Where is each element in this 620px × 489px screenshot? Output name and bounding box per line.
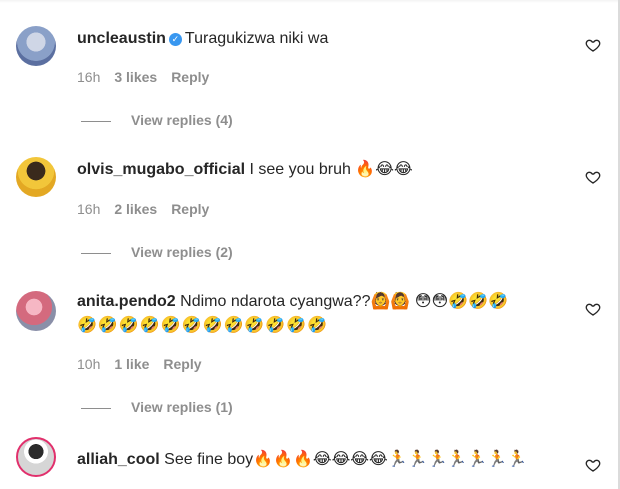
comment-text: I see you bruh 🔥😂😂: [249, 161, 413, 178]
replies-divider: [81, 407, 111, 409]
comment-text: Turagukizwa niki wa: [184, 30, 329, 47]
reply-button[interactable]: Reply: [163, 356, 201, 372]
comment-likes[interactable]: 1 like: [114, 356, 149, 372]
comment-likes[interactable]: 3 likes: [114, 69, 157, 85]
comment-username[interactable]: alliah_cool: [77, 451, 160, 468]
comment-text: See fine boy🔥🔥🔥😂😂😂😂🏃🏃🏃🏃🏃🏃🏃: [164, 451, 528, 468]
view-replies[interactable]: View replies (1): [81, 399, 233, 415]
avatar[interactable]: [16, 291, 56, 331]
view-replies-button[interactable]: View replies (2): [131, 244, 233, 260]
comment-username[interactable]: olvis_mugabo_official: [77, 161, 245, 178]
comment-meta: 10h 1 like Reply: [77, 356, 216, 372]
replies-divider: [81, 252, 111, 254]
replies-divider: [81, 120, 111, 122]
heart-outline-icon[interactable]: [585, 301, 601, 317]
comment-text-line: uncleaustin ✓ Turagukizwa niki wa: [77, 28, 328, 50]
comment-likes[interactable]: 2 likes: [114, 201, 157, 217]
comment-text: Ndimo ndarota cyangwa??🙆🙆 😳😳🤣🤣🤣: [180, 293, 508, 310]
reply-button[interactable]: Reply: [171, 201, 209, 217]
avatar[interactable]: [16, 437, 56, 477]
comment-meta: 16h 3 likes Reply: [77, 69, 223, 85]
heart-outline-icon[interactable]: [585, 37, 601, 53]
comment-text-line: olvis_mugabo_official I see you bruh 🔥😂😂: [77, 159, 413, 181]
comment-text-line: alliah_cool See fine boy🔥🔥🔥😂😂😂😂🏃🏃🏃🏃🏃🏃🏃: [77, 449, 527, 471]
avatar[interactable]: [16, 26, 56, 66]
verified-badge-icon: ✓: [168, 33, 182, 46]
comment-meta: 16h 2 likes Reply: [77, 201, 223, 217]
comment-text-line: anita.pendo2 Ndimo ndarota cyangwa??🙆🙆 😳…: [77, 291, 508, 313]
top-edge: [0, 0, 620, 3]
avatar[interactable]: [16, 157, 56, 197]
comment-time[interactable]: 16h: [77, 201, 100, 217]
view-replies[interactable]: View replies (4): [81, 112, 233, 128]
comment-username[interactable]: anita.pendo2: [77, 293, 176, 310]
view-replies-button[interactable]: View replies (1): [131, 399, 233, 415]
heart-outline-icon[interactable]: [585, 457, 601, 473]
comment-time[interactable]: 16h: [77, 69, 100, 85]
view-replies[interactable]: View replies (2): [81, 244, 233, 260]
reply-button[interactable]: Reply: [171, 69, 209, 85]
comment-text-continued: 🤣🤣🤣🤣🤣🤣🤣🤣🤣🤣🤣🤣: [77, 317, 329, 334]
view-replies-button[interactable]: View replies (4): [131, 112, 233, 128]
comment-time[interactable]: 10h: [77, 356, 100, 372]
comment-username[interactable]: uncleaustin: [77, 30, 166, 47]
heart-outline-icon[interactable]: [585, 169, 601, 185]
